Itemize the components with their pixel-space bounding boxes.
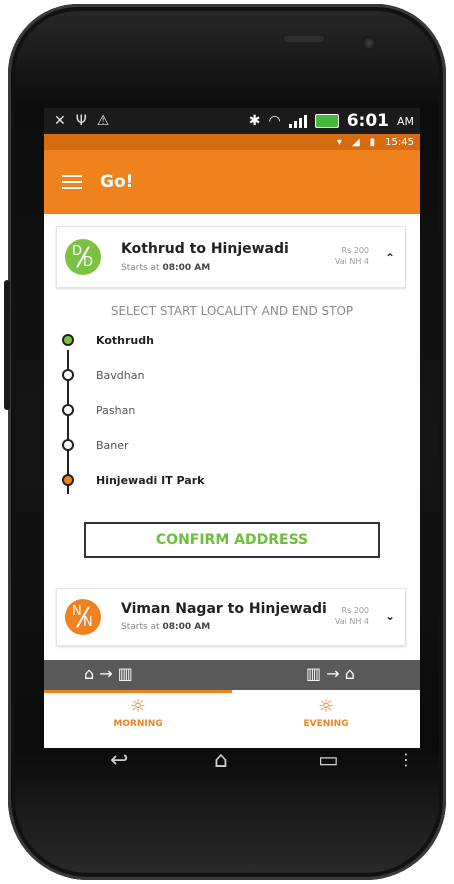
- tab-evening[interactable]: ☼ EVENING: [232, 695, 420, 729]
- app-title: Go!: [100, 172, 134, 192]
- signal-icon: [288, 114, 307, 128]
- stop-item[interactable]: Pashan: [96, 404, 135, 417]
- app-clock: 15:45: [385, 136, 414, 148]
- host-status-bar: ✕ Ψ ⚠ ✱ ◠ 6:01 AM: [44, 108, 420, 134]
- device-nav-bar: ↩ ⌂ ▭ ⋮: [0, 748, 454, 788]
- volume-button: [4, 280, 10, 410]
- route-start-time: Starts at 08:00 AM: [121, 622, 211, 632]
- stop-item[interactable]: Hinjewadi IT Park: [96, 474, 204, 487]
- wifi-icon: ◠: [268, 113, 281, 129]
- chevron-down-icon[interactable]: ⌄: [385, 609, 395, 623]
- speaker-grill: [284, 36, 324, 42]
- stop-list: Kothrudh Bavdhan Pashan Baner Hinjewadi …: [44, 328, 420, 508]
- signal-icon: ◢: [351, 136, 360, 148]
- route-fare: Rs 200 Vai NH 4: [334, 606, 369, 626]
- route-title: Viman Nagar to Hinjewadi: [121, 601, 327, 617]
- office-to-home-icon[interactable]: ▥ → ⌂: [306, 664, 355, 683]
- front-camera: [362, 36, 376, 50]
- app-status-bar: ▾ ◢ ▮ 15:45: [44, 134, 420, 150]
- sunset-icon: ☼: [317, 696, 335, 717]
- more-icon[interactable]: ⋮: [398, 750, 414, 769]
- route-card-viman-nagar[interactable]: N N Viman Nagar to Hinjewadi Starts at 0…: [56, 588, 406, 646]
- usb-icon: Ψ: [75, 113, 87, 129]
- sunrise-icon: ☼: [129, 696, 147, 717]
- home-to-office-icon[interactable]: ⌂ → ▥: [84, 664, 133, 683]
- stop-item[interactable]: Kothrudh: [96, 334, 154, 347]
- device-screen: ✕ Ψ ⚠ ✱ ◠ 6:01 AM ▾ ◢ ▮ 15:45 Go! D D Ko…: [44, 108, 420, 748]
- bottom-tabs: ☼ MORNING ☼ EVENING: [44, 693, 420, 748]
- route-fare: Rs 200 Vai NH 4: [334, 246, 369, 266]
- route-avatar: D D: [65, 239, 101, 275]
- recents-icon[interactable]: ▭: [318, 748, 339, 773]
- stop-item[interactable]: Bavdhan: [96, 369, 144, 382]
- stop-dot: [62, 404, 74, 416]
- route-avatar: N N: [65, 599, 101, 635]
- app-toolbar: Go!: [44, 150, 420, 214]
- x-icon: ✕: [54, 113, 66, 129]
- home-icon[interactable]: ⌂: [214, 748, 228, 773]
- route-title: Kothrud to Hinjewadi: [121, 241, 289, 257]
- host-clock: 6:01: [346, 111, 389, 131]
- tab-morning[interactable]: ☼ MORNING: [44, 695, 232, 729]
- direction-bar: ⌂ → ▥ ▥ → ⌂: [44, 660, 420, 690]
- stop-dot: [62, 334, 74, 346]
- battery-icon: ▮: [369, 136, 376, 148]
- wifi-icon: ▾: [336, 136, 342, 148]
- stop-dot: [62, 474, 74, 486]
- stop-dot: [62, 439, 74, 451]
- chevron-up-icon[interactable]: ⌃: [385, 251, 395, 265]
- menu-icon[interactable]: [62, 175, 82, 189]
- stop-dot: [62, 369, 74, 381]
- back-icon[interactable]: ↩: [110, 748, 128, 773]
- host-ampm: AM: [396, 114, 414, 128]
- route-start-time: Starts at 08:00 AM: [121, 263, 211, 273]
- section-header: SELECT START LOCALITY AND END STOP: [110, 304, 354, 318]
- route-card-kothrud[interactable]: D D Kothrud to Hinjewadi Starts at 08:00…: [56, 226, 406, 288]
- warning-icon: ⚠: [96, 113, 110, 129]
- bluetooth-icon: ✱: [248, 113, 261, 129]
- confirm-address-button[interactable]: CONFIRM ADDRESS: [84, 522, 380, 558]
- battery-icon: [314, 114, 339, 128]
- stop-item[interactable]: Baner: [96, 439, 129, 452]
